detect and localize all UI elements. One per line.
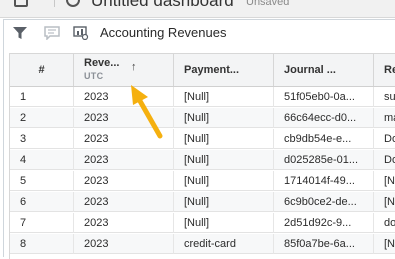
table-cell-rev2: [Nu [384,196,395,208]
table-cell-rev2: sup [384,91,395,103]
panel-title: Accounting Revenues [100,25,227,40]
table-cell-rev2: [Nu [384,175,395,187]
dashboard-header: Untitled dashboard Unsaved [0,0,395,18]
table-cell-rev2: dor [384,217,395,229]
table-cell-revenue: 2023 [74,129,174,149]
table-row[interactable]: 32023[Null]cb9db54e-e... Dor [10,129,395,149]
column-header-rev[interactable]: Rev [374,54,395,86]
table-row[interactable]: 22023[Null]66c64ecc-d0... ma [10,108,395,128]
column-header-journal[interactable]: Journal ... [274,54,374,86]
table-cell-journal: cb9db54e-e... [274,129,374,149]
sort-ascending-icon[interactable]: ↑ [131,61,137,73]
table-row[interactable]: 72023[Null]2d51d92c-9... dor [10,213,395,233]
dashboard-title[interactable]: Untitled dashboard [91,0,234,11]
column-header-subtitle: UTC [84,71,104,81]
table-cell-journal: 66c64ecc-d0... [274,108,374,128]
toolbar-divider [54,0,55,7]
table-cell-num: 2 [10,108,74,128]
visualization-icon[interactable] [73,26,89,40]
table-cell-num: 3 [10,129,74,149]
comment-icon[interactable] [44,26,60,40]
table-cell-rev2: Dor [384,154,395,166]
table-cell-rev2: [Nu [384,238,395,250]
column-header-label: Journal ... [284,64,336,76]
column-header-label: Rev [384,64,395,76]
table-cell-rev2: ma [384,112,395,124]
column-header-label: Reve... [84,57,120,69]
table-cell-revenue: 2023 [74,192,174,212]
column-header-label: Payment... [184,64,240,76]
table-cell-num: 7 [10,213,74,233]
refresh-icon[interactable] [66,0,80,7]
table-cell-num: 4 [10,150,74,170]
table-cell-journal: d025285e-01... [274,150,374,170]
table-cell-journal: 51f05eb0-0a... [274,87,374,107]
table-cell-journal: 6c9b0ce2-de... [274,192,374,212]
table-cell-payment: [Null] [174,108,274,128]
table-cell-payment: [Null] [174,150,274,170]
table-cell-num: 5 [10,171,74,191]
column-header-payment[interactable]: Payment... [174,54,274,86]
table-cell-revenue: 2023 [74,87,174,107]
table-row[interactable]: 52023[Null]1714014f-49... [Nu [10,171,395,191]
column-header-label: # [38,64,45,76]
column-header-revenue[interactable]: Reve... UTC ↑ [74,54,174,86]
table-cell-payment: [Null] [174,213,274,233]
save-status: Unsaved [246,0,290,8]
table-cell-num: 1 [10,87,74,107]
dashboard-icon[interactable] [14,0,28,7]
table-cell-revenue: 2023 [74,108,174,128]
table-panel: Accounting Revenues # Reve... UTC ↑ Paym… [3,19,395,259]
data-table: # Reve... UTC ↑ Payment... Journal ... R… [9,53,395,259]
column-header-row-number[interactable]: # [10,54,74,86]
table-cell-payment: [Null] [174,129,274,149]
table-cell-num: 8 [10,234,74,254]
table-header: # Reve... UTC ↑ Payment... Journal ... R… [10,54,395,87]
table-cell-revenue: 2023 [74,150,174,170]
filter-icon[interactable] [12,26,28,40]
table-cell-num: 6 [10,192,74,212]
table-cell-payment: [Null] [174,192,274,212]
table-cell-revenue: 2023 [74,234,174,254]
table-cell-rev2: Dor [384,133,395,145]
table-row[interactable]: 12023[Null]51f05eb0-0a... sup [10,87,395,107]
table-cell-journal: 1714014f-49... [274,171,374,191]
table-cell-payment: credit-card [174,234,274,254]
table-cell-revenue: 2023 [74,171,174,191]
table-row[interactable]: 42023[Null]d025285e-01... Dor [10,150,395,170]
table-cell-journal: 2d51d92c-9... [274,213,374,233]
table-cell-journal: 85f0a7be-6a... [274,234,374,254]
table-row[interactable]: 62023[Null]6c9b0ce2-de... [Nu [10,192,395,212]
panel-toolbar: Accounting Revenues [4,20,395,46]
table-cell-payment: [Null] [174,87,274,107]
table-row[interactable]: 82023credit-card85f0a7be-6a... [Nu [10,234,395,254]
table-cell-payment: [Null] [174,171,274,191]
table-cell-revenue: 2023 [74,213,174,233]
